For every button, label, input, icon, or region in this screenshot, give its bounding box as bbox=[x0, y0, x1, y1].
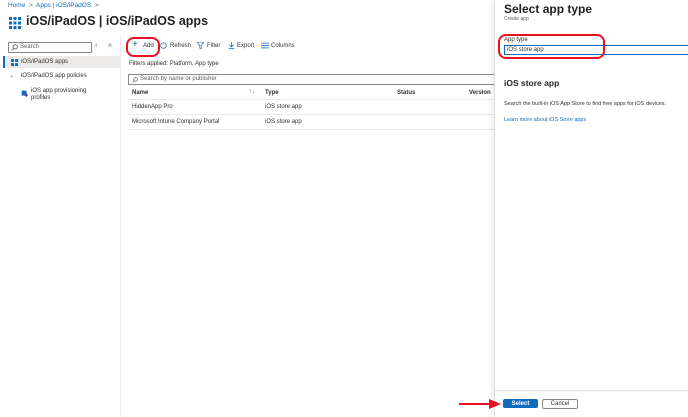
filters-applied-text: Filters applied: Platform, App type bbox=[129, 61, 219, 67]
grid-icon bbox=[11, 58, 18, 66]
sort-icon[interactable]: ↑↓ bbox=[249, 89, 255, 95]
app-name-cell: Microsoft Intune Company Portal bbox=[132, 119, 220, 125]
sidebar-search-box[interactable]: Search bbox=[8, 42, 92, 53]
app-type-highlight bbox=[498, 34, 605, 59]
profile-icon bbox=[21, 90, 28, 97]
select-button[interactable]: Select bbox=[503, 399, 538, 408]
columns-icon bbox=[261, 42, 269, 49]
refresh-button[interactable]: Refresh bbox=[160, 42, 192, 52]
table-row[interactable]: Microsoft Intune Company Portal iOS stor… bbox=[128, 115, 494, 129]
panel-title: Select app type bbox=[504, 2, 593, 16]
column-header-type[interactable]: Type bbox=[265, 90, 279, 96]
column-header-version[interactable]: Version bbox=[469, 90, 491, 96]
section-title: iOS store app bbox=[504, 78, 560, 88]
export-label: Export bbox=[237, 43, 255, 49]
app-name-cell: HiddenApp Pro bbox=[132, 104, 173, 110]
page-header-icon bbox=[9, 17, 21, 29]
sidebar-item-label: iOS/iPadOS apps bbox=[21, 58, 69, 65]
sidebar-item-provisioning-profiles[interactable]: iOS app provisioning profiles bbox=[3, 86, 103, 106]
filter-button[interactable]: Filter bbox=[197, 42, 223, 52]
app-type-cell: iOS store app bbox=[265, 119, 302, 125]
download-icon bbox=[228, 42, 235, 49]
selected-indicator bbox=[3, 56, 5, 68]
table-row[interactable]: HiddenApp Pro iOS store app bbox=[128, 100, 494, 114]
cancel-button[interactable]: Cancel bbox=[542, 399, 578, 409]
sidebar: Search ‹ « iOS/iPadOS apps ⌄ iOS/iPadOS … bbox=[0, 40, 120, 417]
search-icon bbox=[132, 76, 138, 83]
breadcrumb-separator: > bbox=[27, 2, 35, 9]
section-description: Search the built-in iOS App Store to fin… bbox=[504, 101, 667, 107]
filter-label: Filter bbox=[207, 43, 221, 49]
footer-divider bbox=[495, 390, 688, 391]
select-app-type-panel: Select app type Create app App type iOS … bbox=[494, 0, 688, 417]
filter-icon bbox=[197, 42, 204, 49]
refresh-label: Refresh bbox=[170, 43, 192, 49]
breadcrumb-home[interactable]: Home bbox=[8, 2, 25, 9]
sidebar-item-label: iOS app provisioning profiles bbox=[31, 88, 87, 101]
columns-label: Columns bbox=[271, 43, 295, 49]
refresh-icon bbox=[160, 42, 167, 49]
breadcrumb-apps-ios[interactable]: Apps | iOS/iPadOS bbox=[36, 2, 91, 9]
column-header-status[interactable]: Status bbox=[397, 90, 415, 96]
app-type-cell: iOS store app bbox=[265, 104, 302, 110]
sidebar-item-label: iOS/iPadOS app policies bbox=[21, 73, 87, 79]
apps-table: Name ↑↓ Type Status Version HiddenApp Pr… bbox=[128, 86, 494, 136]
collapse-all-icon[interactable]: « bbox=[108, 42, 112, 49]
columns-button[interactable]: Columns bbox=[261, 42, 295, 52]
apps-grid-icon bbox=[9, 17, 21, 29]
list-search-box[interactable]: Search by name or publisher bbox=[128, 74, 495, 85]
arrow-right-icon bbox=[459, 399, 501, 409]
export-button[interactable]: Export bbox=[228, 42, 256, 52]
chevron-down-icon: ⌄ bbox=[9, 73, 15, 79]
list-search-input[interactable]: Search by name or publisher bbox=[140, 76, 217, 82]
breadcrumb-separator: > bbox=[93, 2, 99, 9]
sidebar-divider bbox=[120, 36, 121, 417]
breadcrumb: Home > Apps | iOS/iPadOS > bbox=[8, 2, 99, 9]
add-highlight bbox=[126, 37, 160, 57]
annotation-arrow bbox=[459, 398, 501, 410]
sidebar-item-ios-apps[interactable]: iOS/iPadOS apps bbox=[3, 56, 120, 68]
learn-more-link[interactable]: Learn more about iOS Store apps bbox=[504, 117, 586, 123]
row-divider bbox=[128, 129, 494, 130]
panel-subtitle: Create app bbox=[504, 16, 529, 22]
sidebar-item-app-policies[interactable]: ⌄ iOS/iPadOS app policies bbox=[3, 71, 120, 82]
search-icon bbox=[11, 44, 18, 51]
collapse-icon[interactable]: ‹ bbox=[95, 42, 97, 49]
more-options-button[interactable]: ··· bbox=[180, 15, 188, 24]
column-header-name[interactable]: Name bbox=[132, 90, 148, 96]
sidebar-search-input[interactable]: Search bbox=[20, 44, 39, 50]
